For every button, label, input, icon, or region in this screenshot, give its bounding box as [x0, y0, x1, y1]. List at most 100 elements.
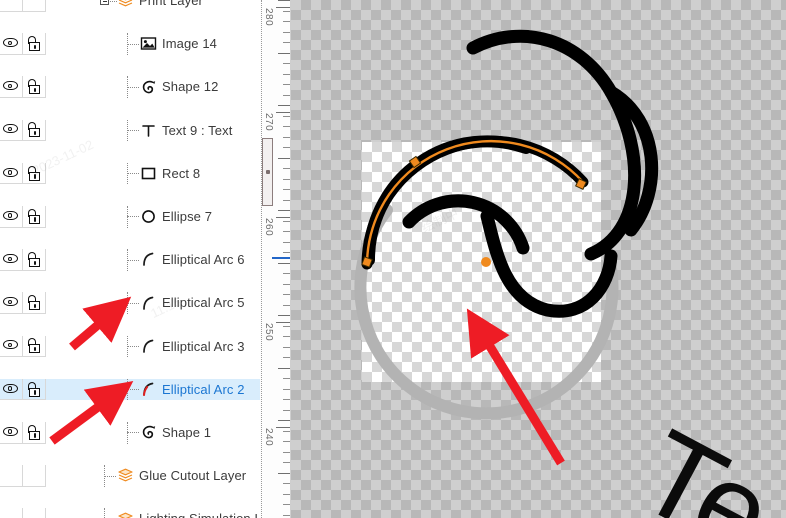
layer-label-cell[interactable]: Lighting Simulation Layer [46, 508, 260, 518]
layer-label-cell[interactable]: Image 14 [46, 33, 260, 55]
tree-connector [127, 432, 139, 434]
ruler-tick [278, 105, 290, 106]
visibility-toggle[interactable] [0, 378, 23, 401]
unlock-icon [27, 165, 41, 181]
ruler-tick [278, 157, 290, 159]
lock-toggle[interactable] [23, 292, 46, 314]
arc-icon [140, 251, 157, 268]
layer-row-list[interactable]: Print Layer Image 14 Shape 12 Text 9 : Text… [0, 0, 260, 518]
lock-toggle[interactable] [23, 205, 46, 228]
layer-row[interactable]: Lighting Simulation Layer [0, 508, 260, 518]
layer-row[interactable]: Shape 12 [0, 76, 260, 98]
ruler-tick [283, 178, 290, 180]
layer-label-cell[interactable]: Elliptical Arc 6 [46, 249, 260, 271]
layer-row[interactable]: Glue Cutout Layer [0, 465, 260, 487]
visibility-toggle[interactable] [0, 76, 23, 98]
canvas-text-object[interactable]: Te [619, 405, 786, 518]
visibility-toggle[interactable] [0, 292, 23, 314]
design-canvas[interactable]: Te [291, 0, 786, 518]
ruler-tick-major [276, 112, 290, 113]
layer-row[interactable]: Print Layer [0, 0, 260, 12]
layer-label-cell[interactable]: Rect 8 [46, 162, 260, 185]
canvas-artwork[interactable]: Te [291, 0, 786, 518]
expand-collapse-icon[interactable] [100, 0, 109, 5]
layer-row[interactable]: Elliptical Arc 5 [0, 292, 260, 314]
layer-label-cell[interactable]: Text 9 : Text [46, 119, 260, 142]
ruler-tick [278, 0, 290, 1]
ruler-position-marker [272, 257, 290, 259]
layer-label-cell[interactable]: Elliptical Arc 2 [46, 378, 260, 401]
layer-name: Shape 12 [162, 79, 219, 95]
layer-label-cell[interactable]: Elliptical Arc 3 [46, 335, 260, 358]
eye-icon [2, 210, 20, 222]
layer-name: Shape 1 [162, 424, 212, 440]
eye-icon [2, 426, 20, 438]
tree-guide [46, 465, 117, 487]
layer-row[interactable]: Elliptical Arc 6 [0, 249, 260, 271]
layer-name: Image 14 [162, 36, 218, 52]
lock-toggle[interactable] [23, 76, 46, 98]
layer-label-cell[interactable]: Print Layer [46, 0, 260, 12]
layer-label-cell[interactable]: Glue Cutout Layer [46, 465, 260, 487]
tree-connector [104, 475, 116, 478]
ruler-tick [283, 504, 290, 505]
ruler-tick [283, 63, 290, 64]
ruler-tick [283, 409, 290, 411]
lock-toggle[interactable] [23, 162, 46, 185]
layer-row[interactable]: Elliptical Arc 2 [0, 378, 260, 401]
vertical-ruler: 280 270 260 250 240 [260, 0, 291, 518]
lock-toggle[interactable] [23, 249, 46, 271]
layer-label-cell[interactable]: Ellipse 7 [46, 205, 260, 228]
tree-connector [127, 86, 139, 89]
image-icon [140, 35, 157, 52]
layer-row[interactable]: Text 9 : Text [0, 119, 260, 142]
eye-icon [2, 297, 20, 308]
layer-label-cell[interactable]: Shape 12 [46, 76, 260, 98]
layer-tree-panel[interactable]: Print Layer Image 14 Shape 12 Text 9 : Text… [0, 0, 260, 518]
layer-row[interactable]: Image 14 [0, 33, 260, 55]
layer-row[interactable]: Shape 1 [0, 421, 260, 444]
ruler-tick [283, 399, 290, 400]
layer-name: Print Layer [139, 0, 203, 8]
layer-row[interactable]: Elliptical Arc 3 [0, 335, 260, 358]
tree-expander[interactable] [46, 0, 117, 12]
vertical-scrollbar-thumb[interactable] [262, 138, 273, 206]
lock-toggle[interactable] [23, 335, 46, 358]
ruler-tick [283, 273, 290, 274]
visibility-toggle[interactable] [0, 33, 23, 55]
center-anchor-point[interactable] [481, 257, 491, 267]
tree-connector [127, 302, 139, 305]
tree-guide [46, 119, 140, 142]
layer-name: Elliptical Arc 2 [162, 381, 245, 397]
layer-label-cell[interactable]: Elliptical Arc 5 [46, 292, 260, 314]
visibility-toggle[interactable] [0, 162, 23, 185]
ruler-tick [283, 346, 290, 348]
tree-guide [46, 205, 140, 228]
visibility-toggle[interactable] [0, 119, 23, 142]
tree-connector [127, 259, 139, 262]
visibility-toggle[interactable] [0, 205, 23, 228]
unlock-icon [27, 381, 41, 397]
ruler-tick [283, 136, 290, 138]
ruler-label: 250 [263, 323, 274, 342]
visibility-toggle[interactable] [0, 421, 23, 444]
ruler-tick-major [276, 427, 290, 428]
ruler-tick [283, 168, 290, 169]
visibility-toggle[interactable] [0, 335, 23, 358]
ruler-tick [283, 42, 290, 43]
lock-toggle[interactable] [23, 378, 46, 401]
lock-toggle[interactable] [23, 421, 46, 444]
ruler-tick [283, 336, 290, 337]
layer-label-cell[interactable]: Shape 1 [46, 421, 260, 444]
ruler-tick [283, 441, 290, 442]
lock-toggle[interactable] [23, 119, 46, 142]
lock-toggle[interactable] [23, 33, 46, 55]
layer-row[interactable]: Ellipse 7 [0, 205, 260, 228]
unlock-icon [27, 35, 41, 51]
lock-cell-empty [23, 0, 46, 12]
visibility-toggle[interactable] [0, 249, 23, 271]
eye-icon [2, 124, 20, 135]
tree-connector [127, 43, 139, 46]
ruler-tick [278, 420, 290, 421]
layer-row[interactable]: Rect 8 [0, 162, 260, 185]
